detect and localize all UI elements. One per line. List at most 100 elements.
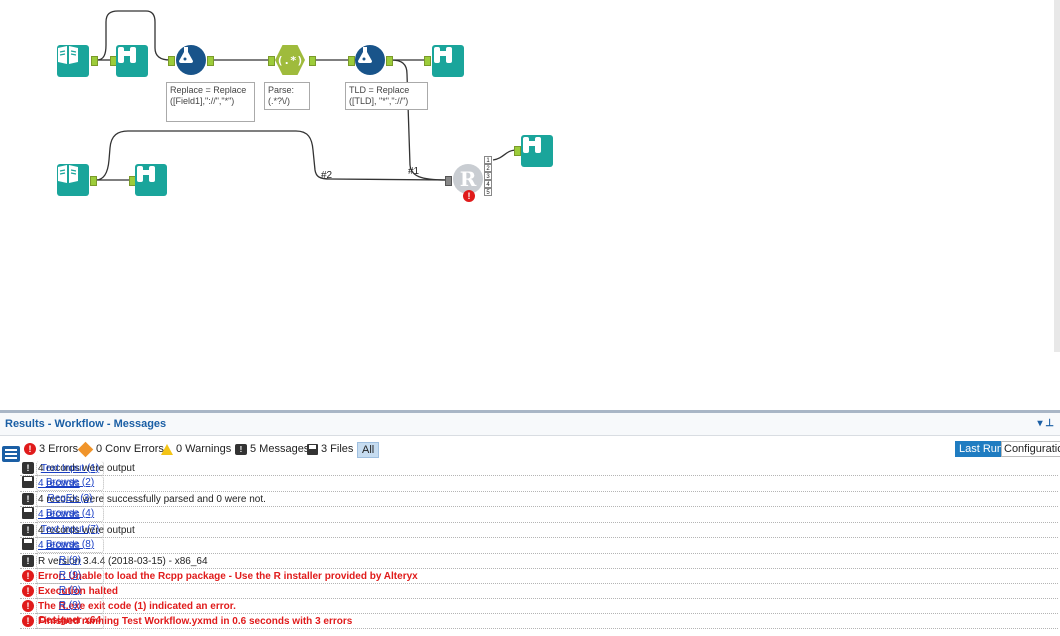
- browse-tool-8[interactable]: [135, 164, 167, 196]
- error-icon: !: [463, 190, 475, 202]
- filter-errors[interactable]: ! 3 Errors: [24, 443, 78, 455]
- output-anchor-1[interactable]: 1: [484, 156, 492, 164]
- browse-tool-2[interactable]: [116, 45, 148, 77]
- tab-configuration[interactable]: Configuration: [1001, 441, 1060, 457]
- connection-label-1: #1: [408, 166, 420, 177]
- filter-messages[interactable]: ! 5 Messages: [235, 443, 309, 455]
- row-message-cell: 4 records: [36, 506, 1058, 523]
- row-icon-cell: [20, 537, 36, 554]
- tool-link[interactable]: R (9): [59, 585, 81, 596]
- row-tool-cell: R (9): [36, 583, 104, 599]
- message-row[interactable]: ! Text Input (1) 4 records were output: [20, 461, 1058, 476]
- output-anchor-5[interactable]: 5: [484, 188, 492, 196]
- output-anchor[interactable]: [309, 56, 316, 66]
- message-row[interactable]: Browse (4) 4 records: [20, 506, 1058, 523]
- output-anchor[interactable]: [91, 56, 98, 66]
- messages-table: ! Text Input (1) 4 records were output Brow…: [20, 461, 1058, 629]
- output-anchor[interactable]: [386, 56, 393, 66]
- output-anchor[interactable]: [90, 176, 97, 186]
- formula-tool-5[interactable]: [176, 45, 206, 75]
- workflow-canvas[interactable]: (.*) Replace = Replace ([Field1],"://","…: [0, 0, 1060, 410]
- message-row[interactable]: ! Text Input (7) 4 records were output: [20, 522, 1058, 538]
- message-icon: !: [22, 524, 34, 536]
- row-tool-cell: R (9): [36, 553, 104, 569]
- flask-icon: [179, 47, 193, 63]
- row-message-cell: Execution halted: [36, 583, 1058, 599]
- results-header: Results - Workflow - Messages ▾ ⊥: [0, 413, 1060, 436]
- input-anchor[interactable]: [445, 176, 452, 186]
- message-row[interactable]: ! R (9) The R.exe exit code (1) indicated …: [20, 598, 1058, 614]
- row-icon-cell: !: [20, 461, 36, 476]
- message-row[interactable]: Browse (2) 4 records: [20, 475, 1058, 492]
- message-icon: !: [22, 462, 34, 474]
- message-row[interactable]: ! R (9) Error: Unable to load the Rcpp pac…: [20, 568, 1058, 584]
- file-icon: [22, 476, 34, 488]
- row-message-cell: 4 records were successfully parsed and 0…: [36, 491, 1058, 507]
- error-icon: !: [22, 585, 34, 597]
- warning-icon: [161, 443, 173, 455]
- row-icon-cell: !: [20, 491, 36, 507]
- message-row[interactable]: ! R (9) Execution halted: [20, 583, 1058, 599]
- error-icon: !: [22, 600, 34, 612]
- tool-link[interactable]: R (9): [59, 555, 81, 566]
- filter-all[interactable]: All: [357, 442, 380, 458]
- input-anchor[interactable]: [348, 56, 355, 66]
- output-anchor-2[interactable]: 2: [484, 164, 492, 172]
- row-tool-cell: RegEx (3): [36, 491, 104, 507]
- input-anchor[interactable]: [514, 146, 521, 156]
- pin-icon[interactable]: ▾ ⊥: [1037, 413, 1054, 435]
- tool-link[interactable]: Browse (8): [46, 539, 94, 550]
- filter-conv-errors[interactable]: 0 Conv Errors: [77, 441, 164, 457]
- book-icon: [58, 46, 78, 64]
- browse-tool-4[interactable]: [432, 45, 464, 77]
- results-title: Results - Workflow - Messages: [5, 418, 167, 430]
- canvas-scrollbar[interactable]: [1054, 0, 1060, 352]
- annotation-formula-5: Replace = Replace ([Field1],"://","*"): [166, 82, 255, 122]
- filter-messages-label: 5 Messages: [250, 443, 310, 455]
- row-icon-cell: !: [20, 613, 36, 629]
- text-input-tool-1[interactable]: [57, 45, 89, 77]
- message-row[interactable]: ! RegEx (3) 4 records were successfully pa…: [20, 491, 1058, 507]
- filter-errors-label: 3 Errors: [39, 443, 79, 455]
- text-input-tool-7[interactable]: [57, 164, 89, 196]
- message-row[interactable]: ! R (9) R version 3.4.4 (2018-03-15) - x86…: [20, 553, 1058, 569]
- row-icon-cell: !: [20, 553, 36, 569]
- filter-warnings-label: 0 Warnings: [176, 443, 232, 455]
- row-icon-cell: [20, 506, 36, 523]
- annotation-formula-6: TLD = Replace ([TLD], "*","://"): [345, 82, 428, 110]
- tab-last-run[interactable]: Last Run: [955, 441, 1008, 457]
- tool-link[interactable]: Browse (2): [46, 477, 94, 488]
- message-row[interactable]: ! Designer x64 Finished running Test Workf…: [20, 613, 1058, 629]
- output-anchor[interactable]: [207, 56, 214, 66]
- row-tool-cell: Browse (4): [36, 506, 104, 522]
- row-message-cell: The R.exe exit code (1) indicated an err…: [36, 598, 1058, 614]
- row-tool-cell: Browse (2): [36, 475, 104, 491]
- r-output-anchors[interactable]: 1 2 3 4 5: [484, 156, 492, 196]
- output-anchor-3[interactable]: 3: [484, 172, 492, 180]
- filter-files[interactable]: 3 Files: [307, 443, 353, 455]
- formula-tool-6[interactable]: [355, 45, 385, 75]
- tool-link[interactable]: Text Input (7): [41, 524, 99, 535]
- input-anchor[interactable]: [268, 56, 275, 66]
- tool-link[interactable]: R (9): [59, 570, 81, 581]
- row-message-cell: 4 records: [36, 537, 1058, 554]
- tool-link[interactable]: Browse (4): [46, 508, 94, 519]
- binoculars-icon: [434, 47, 452, 63]
- flask-icon: [358, 47, 372, 63]
- row-tool-cell: R (9): [36, 598, 104, 614]
- tool-link[interactable]: RegEx (3): [47, 493, 92, 504]
- row-message-cell: Finished running Test Workflow.yxmd in 0…: [36, 613, 1058, 629]
- binoculars-icon: [137, 166, 155, 182]
- input-anchor[interactable]: [424, 56, 431, 66]
- file-icon: [22, 538, 34, 550]
- row-tool-cell: Text Input (1): [36, 461, 104, 476]
- filter-warnings[interactable]: 0 Warnings: [161, 443, 231, 455]
- tool-link: Designer x64: [38, 615, 102, 626]
- error-icon: !: [24, 443, 36, 455]
- input-anchor[interactable]: [168, 56, 175, 66]
- tool-link[interactable]: R (9): [59, 600, 81, 611]
- tool-link[interactable]: Text Input (1): [41, 463, 99, 474]
- message-row[interactable]: Browse (8) 4 records: [20, 537, 1058, 554]
- output-anchor-4[interactable]: 4: [484, 180, 492, 188]
- browse-tool-10[interactable]: [521, 135, 553, 167]
